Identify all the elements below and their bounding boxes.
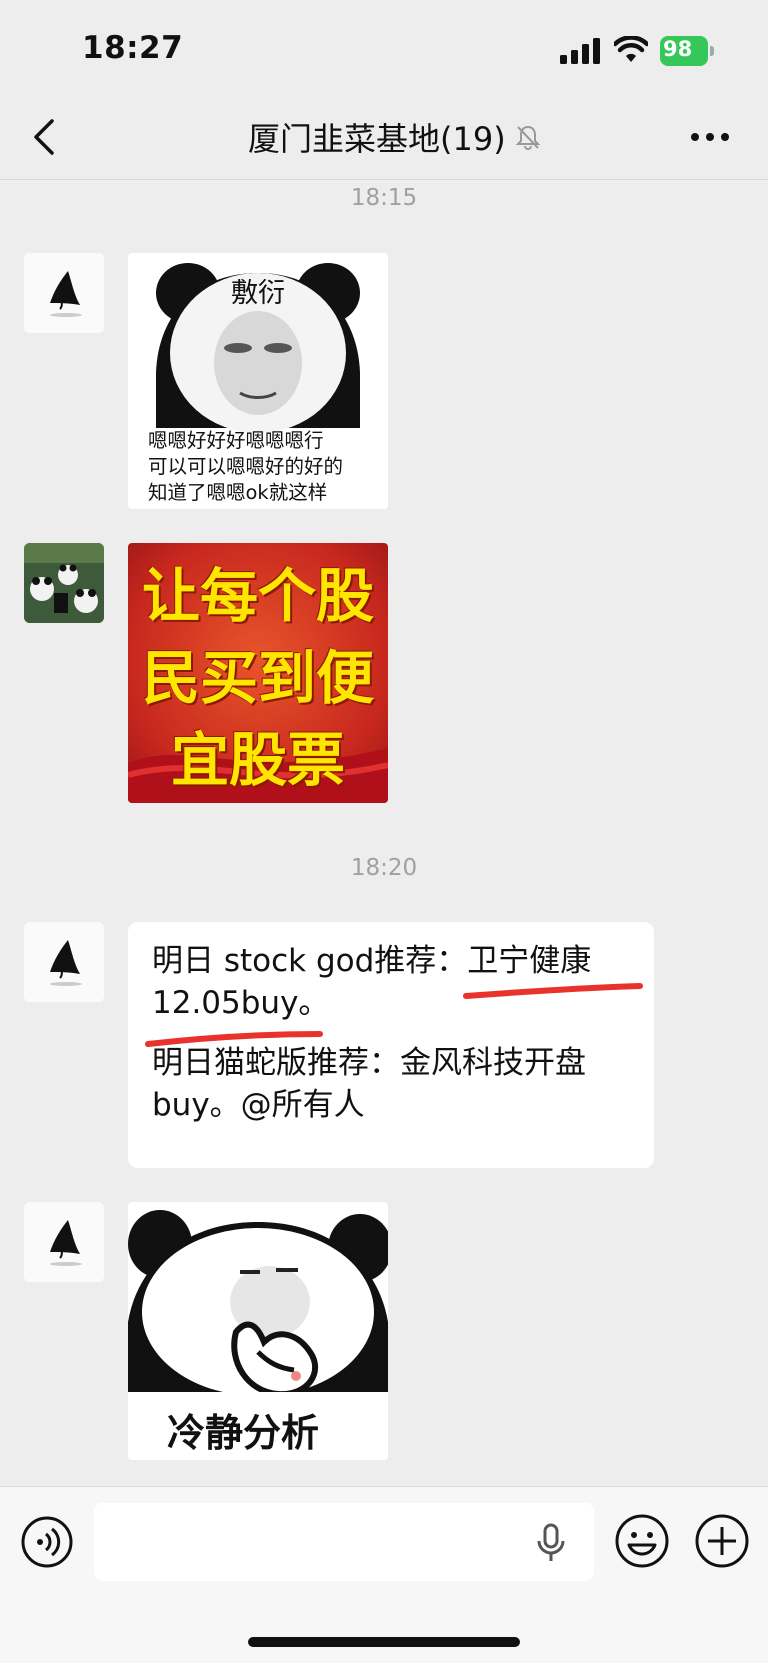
chat-title-group[interactable]: 厦门韭菜基地(19)	[248, 115, 542, 159]
timestamp: 18:20	[350, 855, 418, 881]
sticker-line: 知道了嗯嗯ok就这样	[148, 481, 328, 504]
sticker-image[interactable]: 敷衍 嗯嗯好好好嗯嗯嗯行 可以可以嗯嗯好的好的 知道了嗯嗯ok就这样	[128, 253, 388, 509]
avatar-image	[24, 922, 104, 1002]
avatar[interactable]	[24, 1202, 104, 1282]
battery-level: 98	[663, 37, 693, 61]
message-input[interactable]	[94, 1503, 594, 1581]
mic-icon[interactable]	[536, 1523, 566, 1563]
back-icon[interactable]	[30, 117, 58, 157]
banner-text: 让每个股 民买到便 宜股票	[128, 555, 388, 801]
avatar-image	[24, 253, 104, 333]
timestamp: 18:15	[350, 185, 418, 211]
battery-icon: 98	[660, 36, 714, 66]
wifi-icon	[614, 36, 648, 62]
avatar[interactable]	[24, 253, 104, 333]
emoji-icon[interactable]	[614, 1513, 670, 1569]
input-bar	[0, 1486, 768, 1663]
sticker-top-text: 敷衍	[231, 278, 285, 309]
avatar-image	[24, 543, 104, 623]
red-underline-annotation	[145, 983, 643, 1047]
status-time: 18:27	[82, 30, 184, 66]
banner-line: 民买到便	[141, 644, 374, 712]
avatar[interactable]	[24, 543, 104, 623]
sticker-caption: 冷静分析	[166, 1411, 319, 1455]
status-bar: 18:27 98	[0, 0, 768, 95]
message-line: 明日猫蛇版推荐：金风科技开盘	[152, 1045, 586, 1081]
banner-image[interactable]: 让每个股 民买到便 宜股票	[128, 543, 388, 803]
message-line: buy。@所有人	[152, 1087, 365, 1123]
mute-icon	[515, 125, 541, 150]
chat-title: 厦门韭菜基地(19)	[248, 120, 506, 158]
signal-icon	[560, 38, 600, 64]
chat-header: 厦门韭菜基地(19)	[0, 95, 768, 180]
voice-icon[interactable]	[20, 1515, 74, 1569]
banner-line: 宜股票	[170, 726, 345, 794]
avatar[interactable]	[24, 922, 104, 1002]
banner-line: 让每个股	[141, 562, 374, 630]
sticker-line: 可以可以嗯嗯好的好的	[148, 455, 344, 478]
home-indicator	[248, 1637, 520, 1647]
more-icon[interactable]	[690, 129, 730, 145]
avatar-image	[24, 1202, 104, 1282]
message-paragraph: 明日猫蛇版推荐：金风科技开盘 buy。@所有人	[152, 1042, 630, 1126]
sticker-image[interactable]: 冷静分析	[128, 1202, 388, 1460]
plus-icon[interactable]	[694, 1513, 750, 1569]
sticker-line: 嗯嗯好好好嗯嗯嗯行	[148, 429, 324, 452]
sticker-caption: 嗯嗯好好好嗯嗯嗯行 可以可以嗯嗯好的好的 知道了嗯嗯ok就这样	[148, 428, 388, 506]
